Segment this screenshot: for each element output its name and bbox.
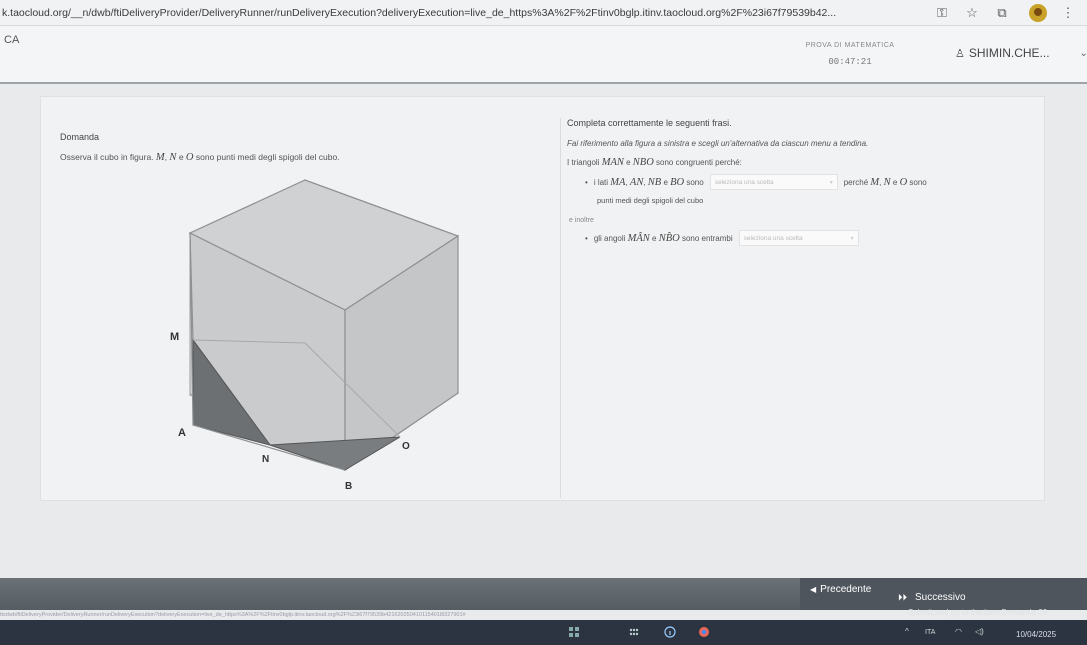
bullet-row-1: • i lati MA, AN, NB e BO sono seleziona …	[567, 174, 1046, 190]
logo: CA	[4, 34, 20, 46]
question-text-suffix: sono punti medi degli spigoli del cubo.	[195, 152, 340, 162]
instructions-title: Completa correttamente le seguenti frasi…	[567, 118, 732, 128]
wifi-icon[interactable]: ◠	[955, 627, 962, 636]
dropdown-angoli[interactable]: seleziona una scelta ▾	[738, 230, 859, 246]
previous-button[interactable]: ◀ Precedente	[810, 584, 871, 595]
exam-title: PROVA DI MATEMATICA	[805, 42, 895, 49]
bullet2-and: e	[652, 233, 657, 243]
question-pane: Domanda Osserva il cubo in figura. M, N …	[60, 120, 540, 500]
chevron-down-icon: ▾	[829, 179, 833, 186]
question-text: Osserva il cubo in figura. M, N e O sono…	[60, 152, 340, 163]
intro-suffix: sono congruenti perché:	[656, 158, 742, 167]
math-nbo: NBO	[632, 157, 654, 168]
bullet1-sono: sono	[686, 177, 704, 187]
math-angle-nbo: NB̂O	[658, 232, 680, 244]
key-icon[interactable]: ⚿	[931, 2, 953, 24]
app-header	[0, 26, 1087, 84]
previous-label: Precedente	[820, 584, 872, 595]
next-label: Successivo	[915, 592, 966, 603]
bullet2-suffix: sono entrambi	[681, 233, 733, 243]
instructions-text: Fai riferimento alla figura a sinistra e…	[567, 139, 869, 148]
math-bo: BO	[670, 176, 685, 188]
label-b: B	[345, 481, 352, 492]
info-app-icon[interactable]	[664, 626, 676, 638]
math-pt-n: N	[883, 176, 891, 188]
math-angle-man: MÂN	[627, 232, 650, 244]
browser-address-bar: k.taocloud.org/__n/dwb/ftiDeliveryProvid…	[0, 0, 1087, 26]
math-ma: MA	[610, 176, 626, 188]
dots-app-icon[interactable]	[628, 626, 640, 638]
intro-prefix: I triangoli	[567, 158, 600, 167]
chevron-down-icon: ▾	[850, 235, 854, 242]
intro-and: e	[626, 158, 631, 167]
math-n: N	[169, 152, 177, 163]
arrow-left-icon: ◀	[810, 585, 817, 594]
dropdown-placeholder: seleziona una scelta	[714, 178, 774, 186]
chevron-down-icon[interactable]: ⌄	[1080, 48, 1087, 59]
grid-app-icon[interactable]	[568, 626, 580, 638]
chrome-icon[interactable]	[698, 626, 710, 638]
math-o: O	[185, 152, 194, 163]
status-url: ttxdwb/ftiDeliveryProvider/DeliveryRunne…	[0, 612, 466, 618]
double-arrow-right-icon: ⏵⏵	[898, 592, 908, 602]
puzzle-icon[interactable]: ⧉	[991, 2, 1013, 24]
and-also-text: e inoltre	[569, 217, 594, 224]
label-n: N	[262, 454, 269, 465]
sentence-intro: I triangoli MAN e NBO sono congruenti pe…	[567, 157, 1046, 168]
math-an: AN	[629, 176, 644, 188]
user-icon: ♙	[955, 47, 965, 60]
navigation-bar-left	[0, 578, 800, 610]
bullet1-continuation: punti medi degli spigoli del cubo	[597, 196, 704, 205]
math-pt-o: O	[899, 176, 908, 188]
submit-hint: Submit and go to the item Domanda 29	[908, 608, 1048, 617]
language-indicator[interactable]: ITA	[925, 629, 935, 636]
url-text[interactable]: k.taocloud.org/__n/dwb/ftiDeliveryProvid…	[0, 7, 931, 19]
bullet-row-2: • gli angoli MÂN e NB̂O sono entrambi se…	[567, 230, 1046, 246]
label-a: A	[178, 427, 186, 439]
bullet-dot: •	[585, 177, 588, 187]
label-o: O	[402, 441, 410, 452]
label-m: M	[170, 331, 179, 343]
clock-date: 10/04/2025	[1016, 630, 1057, 639]
pt-and: e	[892, 177, 898, 187]
dropdown-placeholder: seleziona una scelta	[743, 234, 803, 242]
user-menu[interactable]: ♙ SHIMIN.CHE... ⌄	[955, 46, 1087, 60]
bullet1-sono2: sono	[909, 177, 927, 187]
math-nb: NB	[647, 176, 662, 188]
profile-avatar[interactable]	[1029, 3, 1047, 22]
dropdown-lati[interactable]: seleziona una scelta ▾	[709, 174, 838, 190]
timer: 00:47:21	[828, 57, 872, 67]
question-label: Domanda	[60, 132, 100, 142]
menu-icon[interactable]: ⋮	[1057, 2, 1079, 24]
user-name: SHIMIN.CHE...	[968, 46, 1050, 60]
next-button[interactable]: ⏵⏵ Successivo	[898, 592, 966, 603]
bullet-dot: •	[585, 233, 588, 243]
star-icon[interactable]: ☆	[961, 2, 983, 24]
cube-figure: M A N B O	[170, 179, 460, 492]
math-m: M	[155, 152, 165, 163]
answer-pane: Completa correttamente le seguenti frasi…	[560, 118, 1046, 498]
bullet1-and: e	[663, 177, 668, 187]
bullet1-prefix: i lati	[593, 177, 609, 187]
math-man: MAN	[601, 157, 624, 168]
bullet2-prefix: gli angoli	[593, 233, 626, 243]
taskbar	[0, 620, 1087, 645]
and-word: e	[178, 152, 184, 162]
bullet1-perche: perché	[843, 177, 869, 187]
math-pt-m: M	[870, 176, 880, 188]
question-text-prefix: Osserva il cubo in figura.	[60, 152, 154, 162]
volume-icon[interactable]: ◁)	[975, 627, 984, 636]
comma: ,	[164, 152, 168, 162]
chevron-up-icon[interactable]: ^	[905, 627, 909, 636]
